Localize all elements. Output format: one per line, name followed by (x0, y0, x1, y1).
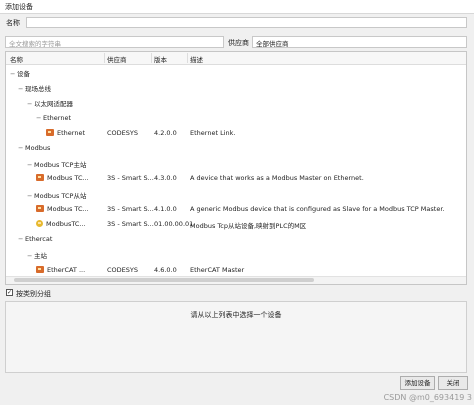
tree-node-label: Modbus TCP从站 (34, 191, 87, 200)
device-vendor: CODESYS (107, 128, 138, 137)
device-description: Modbus Tcp从站设备,映射到PLC的M区 (190, 222, 307, 230)
device-icon (36, 204, 44, 212)
device-version: 4.6.0.0 (154, 265, 177, 274)
device-description: EtherCAT Master (190, 265, 245, 274)
window-title: 添加设备 (5, 3, 33, 11)
device-version: 4.2.0.0 (154, 128, 177, 137)
device-description: Ethernet Link. (190, 128, 236, 137)
name-label: 名称 (6, 19, 20, 27)
column-header-version[interactable]: 版本 (154, 54, 167, 64)
column-header-vendor[interactable]: 供应商 (107, 54, 127, 64)
device-description-panel: 请从以上列表中选择一个设备 (5, 301, 467, 373)
name-input[interactable] (26, 17, 467, 28)
device-description: A generic Modbus device that is configur… (190, 204, 445, 213)
tree-node-label: Modbus TC... (47, 174, 89, 183)
tree-node-label: 现场总线 (25, 85, 51, 94)
tree-node[interactable]: − Ethercat (18, 235, 52, 246)
device-version: 01.00.00.01 (154, 220, 194, 228)
collapse-toggle-icon[interactable]: − (27, 252, 34, 260)
group-by-category-label: 按类别分组 (16, 290, 51, 298)
watermark: CSDN @m0_693419 3 (383, 393, 472, 402)
device-tree[interactable]: 名称 供应商 版本 描述 − 设备 − 现场总线 − 以太网适配器 − Ethernet Eth… (5, 51, 467, 285)
tree-node[interactable]: Modbus TC... (36, 174, 89, 185)
device-icon (46, 128, 54, 136)
tree-node[interactable]: − Modbus TCP主站 (27, 159, 86, 170)
tree-node-label: 以太网适配器 (34, 100, 73, 109)
tree-node-label: Modbus TCP主站 (34, 161, 87, 170)
tree-header: 名称 供应商 版本 描述 (6, 52, 466, 65)
tree-node-label: Modbus (25, 144, 51, 152)
tree-node-label: Modbus TC... (47, 204, 89, 213)
close-button[interactable]: 关闭 (438, 376, 468, 390)
tree-node[interactable]: − 以太网适配器 (27, 98, 73, 109)
tree-node[interactable]: − Ethernet (36, 114, 71, 125)
tree-node-label: Ethernet (57, 128, 85, 137)
column-header-description[interactable]: 描述 (190, 54, 203, 64)
column-header-name[interactable]: 名称 (10, 54, 23, 64)
group-by-category-checkbox[interactable]: ✓ (6, 289, 13, 296)
device-vendor: 3S - Smart S... (107, 220, 154, 228)
vendor-select-value: 全部供应商 (256, 40, 289, 48)
tree-node-label: EtherCAT ... (47, 265, 86, 274)
tree-node-label: Ethercat (25, 235, 53, 244)
tree-node-label: 主站 (34, 252, 47, 261)
device-description: A device that works as a Modbus Master o… (190, 174, 364, 183)
collapse-toggle-icon[interactable]: − (27, 100, 34, 108)
device-icon (36, 265, 44, 273)
device-icon (36, 174, 44, 182)
tree-node[interactable]: − Modbus (18, 144, 50, 155)
tree-node[interactable]: − 设备 (10, 68, 30, 79)
title-bar: 添加设备 (0, 0, 474, 14)
horizontal-scrollbar[interactable] (6, 276, 466, 284)
device-version: 4.3.0.0 (154, 174, 177, 183)
search-input[interactable]: 全文搜索的字符串 (5, 36, 224, 48)
tree-node[interactable]: ModbusTC... (36, 220, 86, 231)
collapse-toggle-icon[interactable]: − (27, 161, 34, 169)
tree-node[interactable]: Modbus TC... (36, 204, 89, 216)
device-vendor: 3S - Smart S... (107, 204, 154, 213)
device-version: 4.1.0.0 (154, 204, 177, 213)
tree-node-label: Ethernet (43, 113, 71, 122)
tree-node-label: 设备 (17, 70, 30, 78)
tree-node[interactable]: − 主站 (27, 250, 47, 261)
tree-node-label: ModbusTC... (46, 220, 86, 228)
add-device-button[interactable]: 添加设备 (400, 376, 435, 390)
vendor-select[interactable]: 全部供应商 (252, 36, 467, 48)
collapse-toggle-icon[interactable]: − (18, 235, 25, 243)
collapse-toggle-icon[interactable]: − (18, 144, 25, 152)
tree-node[interactable]: EtherCAT ... (36, 265, 86, 277)
collapse-toggle-icon[interactable]: − (27, 192, 34, 200)
collapse-toggle-icon[interactable]: − (10, 70, 17, 78)
search-placeholder: 全文搜索的字符串 (9, 40, 61, 48)
tree-node[interactable]: − Modbus TCP从站 (27, 190, 86, 201)
device-vendor: CODESYS (107, 265, 138, 274)
gear-device-icon (36, 220, 43, 227)
tree-node[interactable]: Ethernet (46, 128, 85, 140)
collapse-toggle-icon[interactable]: − (36, 114, 43, 122)
vendor-label: 供应商 (228, 39, 249, 47)
tree-node[interactable]: − 现场总线 (18, 83, 51, 94)
device-vendor: 3S - Smart S... (107, 174, 154, 183)
collapse-toggle-icon[interactable]: − (18, 85, 25, 93)
description-message: 请从以上列表中选择一个设备 (190, 311, 282, 319)
